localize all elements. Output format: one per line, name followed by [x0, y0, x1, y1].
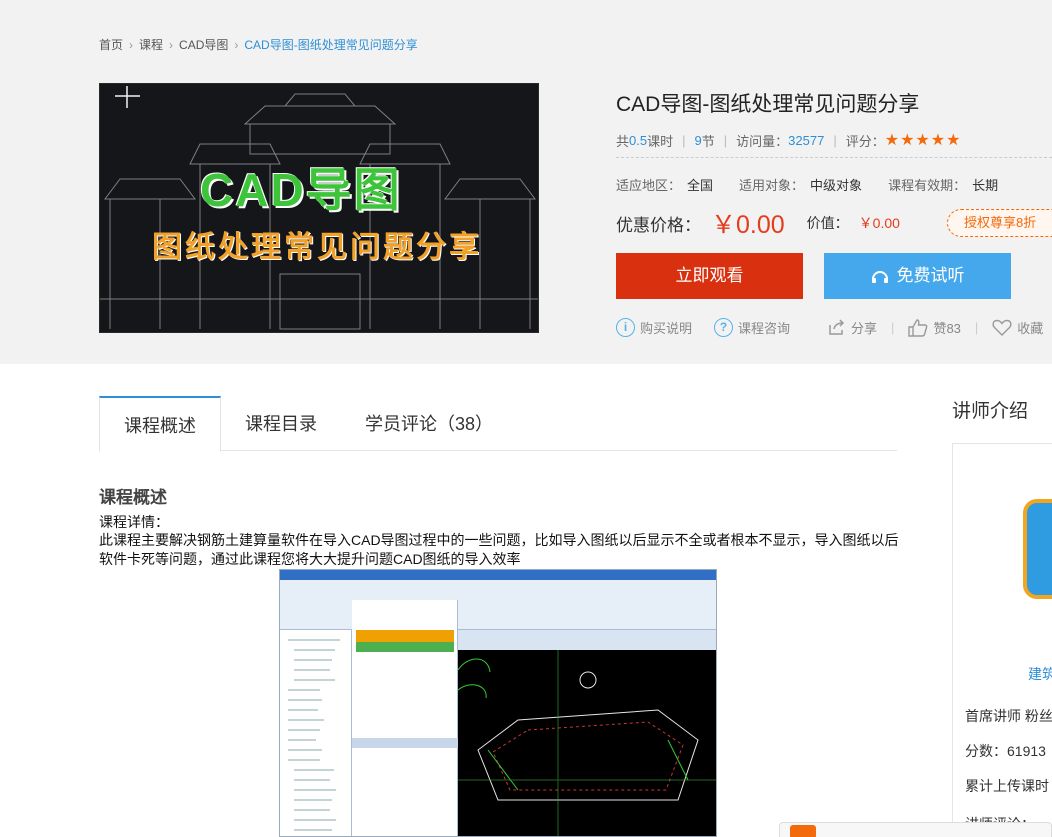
- price-row: 优惠价格： ￥0.00 价值： ￥0.00: [616, 205, 900, 241]
- action-bar: i 购买说明 ? 课程咨询 分享 | 赞83 | 收藏: [616, 318, 1043, 337]
- tab-overview[interactable]: 课程概述: [99, 396, 221, 452]
- consult-link[interactable]: ? 课程咨询: [714, 318, 790, 337]
- overview-description: 此课程主要解决钢筋土建算量软件在导入CAD导图过程中的一些问题，比如导入图纸以后…: [99, 532, 899, 567]
- watch-now-button[interactable]: 立即观看: [616, 253, 803, 299]
- audience-value: 中级对象: [810, 178, 863, 193]
- region-attr: 适应地区： 全国: [616, 175, 713, 194]
- meta-divider: |: [833, 132, 837, 148]
- breadcrumb-separator: ›: [129, 37, 134, 52]
- hours-value: 0.5: [629, 132, 648, 148]
- screenshot-cad-canvas: [457, 650, 716, 836]
- tab-reviews[interactable]: 学员评论（38）: [341, 396, 517, 451]
- like-button[interactable]: 赞83: [908, 318, 961, 337]
- sections-value: 9: [694, 132, 702, 148]
- value-amount: ￥0.00: [858, 215, 900, 231]
- rating-label: 评分：: [845, 133, 885, 149]
- teacher-heading: 讲师介绍: [952, 401, 1029, 422]
- free-trial-label: 免费试听: [896, 266, 965, 285]
- breadcrumb-separator: ›: [169, 37, 174, 52]
- floating-toolbar[interactable]: [779, 822, 1052, 837]
- hours-prefix: 共: [616, 133, 630, 149]
- share-label: 分享: [851, 321, 878, 336]
- course-title: CAD导图-图纸处理常见问题分享: [616, 93, 920, 116]
- rating-stars: ★★★★★: [884, 132, 962, 149]
- course-cover-image[interactable]: CAD导图 图纸处理常见问题分享: [99, 83, 539, 333]
- screenshot-toolbar: [280, 580, 716, 630]
- share-button[interactable]: 分享: [828, 318, 877, 337]
- validity-label: 课程有效期：: [888, 178, 967, 193]
- breadcrumb-current[interactable]: CAD导图-图纸处理常见问题分享: [244, 36, 417, 53]
- headphones-icon: [871, 271, 888, 283]
- validity-value: 长期: [972, 178, 999, 193]
- highlight-row: [356, 630, 454, 642]
- panel-header: [352, 738, 458, 748]
- software-screenshot: [279, 569, 717, 837]
- region-value: 全国: [687, 178, 714, 193]
- sections-unit: 节: [701, 133, 715, 149]
- buy-info-label: 购买说明: [640, 321, 693, 336]
- validity-attr: 课程有效期： 长期: [888, 175, 998, 194]
- consult-label: 课程咨询: [738, 321, 791, 336]
- thumbs-up-icon: [908, 318, 928, 337]
- like-label: 赞83: [933, 321, 961, 336]
- teacher-card: 建筑 首席讲师 粉丝 分数：61913 累计上传课时 讲师评论：: [952, 443, 1052, 837]
- meta-divider: |: [682, 132, 686, 148]
- price-label: 优惠价格：: [616, 215, 701, 235]
- breadcrumb-category[interactable]: CAD导图: [179, 36, 228, 53]
- divider: [616, 157, 1052, 158]
- breadcrumb-home[interactable]: 首页: [99, 36, 123, 53]
- audience-label: 适用对象：: [739, 178, 805, 193]
- tree-lines: [288, 639, 340, 831]
- screenshot-titlebar: [280, 570, 716, 580]
- screenshot-tree-panel: [280, 630, 352, 836]
- info-icon: i: [616, 318, 635, 337]
- visits-value: 32577: [788, 132, 825, 148]
- action-divider: |: [974, 320, 979, 335]
- breadcrumb-separator: ›: [234, 37, 239, 52]
- teacher-title: 首席讲师 粉丝: [965, 708, 1052, 724]
- cad-plan-drawing: [457, 650, 716, 836]
- course-tabs: 课程概述 课程目录 学员评论（38）: [99, 396, 897, 452]
- teacher-score: 分数：61913: [965, 743, 1046, 759]
- buy-info-link[interactable]: i 购买说明: [616, 318, 692, 337]
- free-trial-button[interactable]: 免费试听: [824, 253, 1011, 299]
- overview-subheading: 课程详情：: [99, 514, 169, 530]
- meta-divider: |: [723, 132, 728, 148]
- coupon-badge[interactable]: 授权尊享8折: [947, 209, 1052, 237]
- question-icon: ?: [714, 318, 734, 337]
- course-meta: 共 0.5 课时 | 9 节 | 访问量： 32577 | 评分： ★★★★★: [616, 130, 961, 150]
- cover-subtitle: 图纸处理常见问题分享: [152, 231, 482, 264]
- course-attributes: 适应地区： 全国 适用对象： 中级对象 课程有效期： 长期: [616, 175, 998, 194]
- teacher-avatar[interactable]: [1023, 499, 1052, 599]
- overview-heading: 课程概述: [99, 488, 167, 507]
- price-value: ￥0.00: [711, 211, 785, 239]
- favorite-label: 收藏: [1017, 321, 1044, 336]
- share-icon: [829, 319, 845, 335]
- breadcrumb-courses[interactable]: 课程: [139, 36, 163, 53]
- region-label: 适应地区：: [616, 178, 682, 193]
- visits-label: 访问量：: [736, 133, 789, 149]
- action-divider: |: [891, 320, 895, 335]
- value-label: 价值：: [806, 215, 849, 231]
- breadcrumb: 首页 › 课程 › CAD导图 › CAD导图-图纸处理常见问题分享: [99, 36, 418, 53]
- app-logo-icon: [790, 825, 816, 837]
- cover-title: CAD导图: [200, 164, 402, 216]
- teacher-uploads: 累计上传课时: [965, 778, 1049, 794]
- heart-icon: [992, 319, 1012, 336]
- teacher-name[interactable]: 建筑: [1028, 664, 1052, 684]
- hours-suffix: 课时: [647, 133, 674, 149]
- highlight-row: [356, 642, 454, 652]
- screenshot-mid-panel: [352, 600, 458, 836]
- favorite-button[interactable]: 收藏: [992, 318, 1043, 337]
- tab-catalog[interactable]: 课程目录: [221, 396, 341, 451]
- audience-attr: 适用对象： 中级对象: [739, 175, 862, 194]
